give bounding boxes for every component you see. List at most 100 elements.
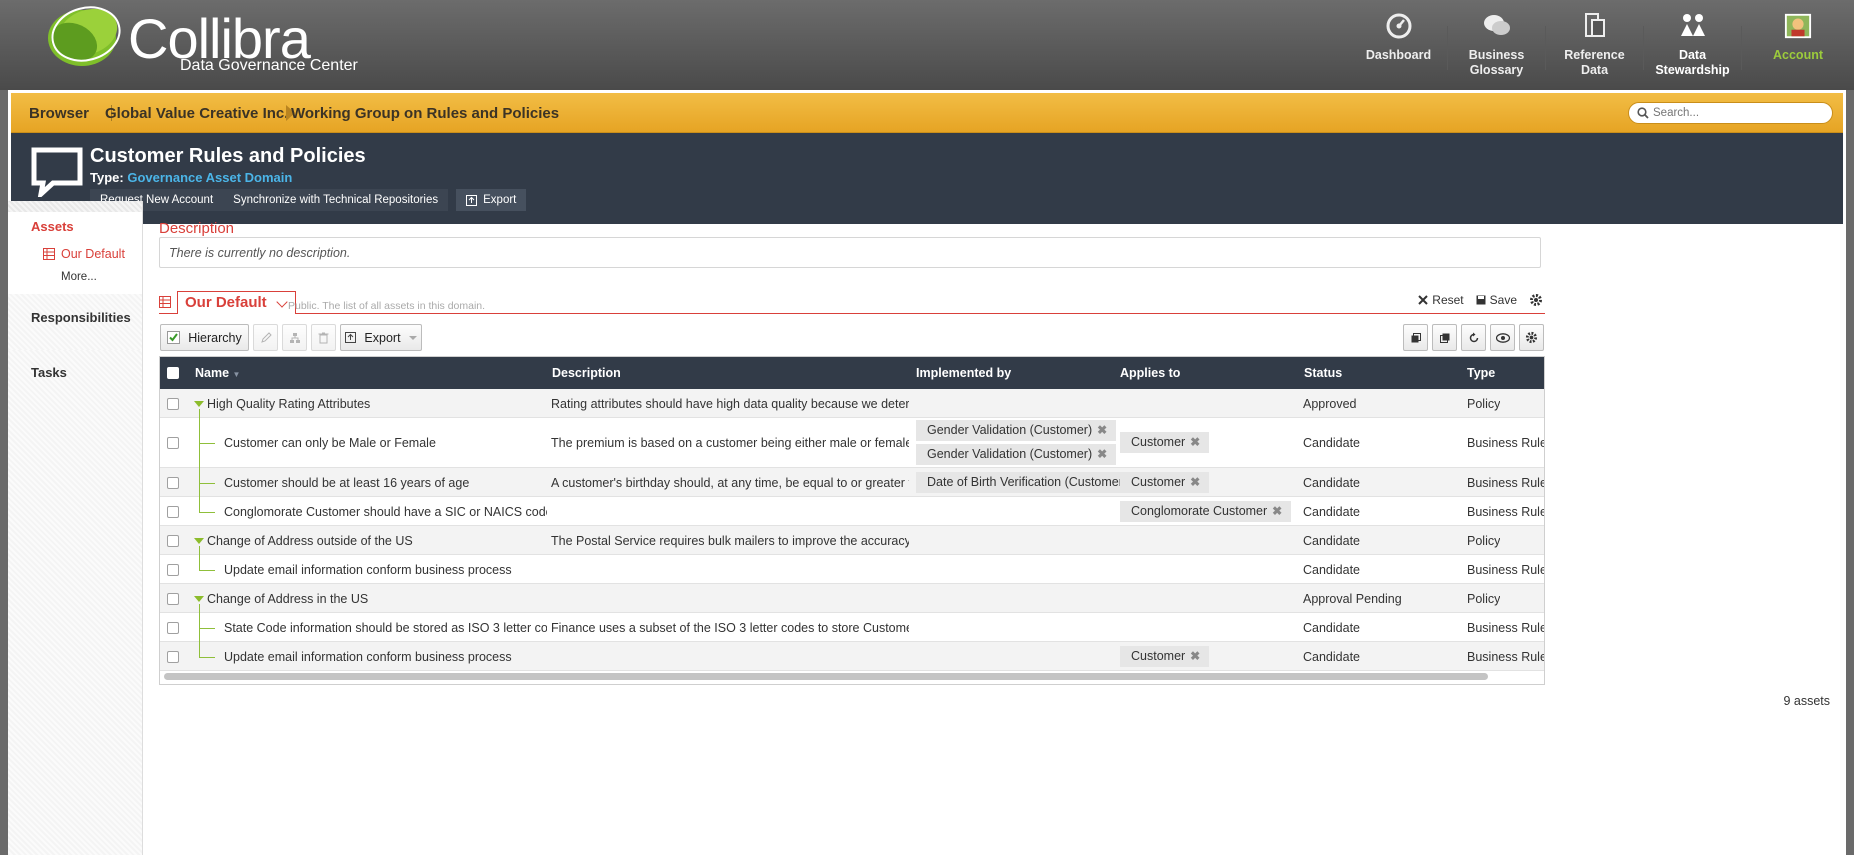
applies-to-tag[interactable]: Customer ✖ xyxy=(1120,472,1210,493)
save-button[interactable]: Save xyxy=(1476,293,1517,307)
collibra-logo[interactable]: Collibra Data Governance Center xyxy=(40,2,440,82)
row-name[interactable]: Update email information conform busines… xyxy=(224,563,547,577)
show-columns-button[interactable] xyxy=(1490,324,1515,351)
column-header-status[interactable]: Status xyxy=(1304,366,1342,380)
row-checkbox[interactable] xyxy=(167,506,179,518)
implemented-by-tag[interactable]: Gender Validation (Customer) ✖ xyxy=(916,444,1117,465)
table-row[interactable]: Update email information conform busines… xyxy=(160,642,1545,671)
hierarchy-icon xyxy=(289,332,300,343)
applies-to-tag[interactable]: Customer ✖ xyxy=(1120,432,1210,453)
row-status: Approval Pending xyxy=(1303,592,1402,606)
column-header-description[interactable]: Description xyxy=(552,366,621,380)
implemented-by-tag[interactable]: Gender Validation (Customer) ✖ xyxy=(916,420,1117,441)
description-label: Description xyxy=(159,220,235,237)
breadcrumb-group[interactable]: Working Group on Rules and Policies xyxy=(291,105,559,122)
expand-caret-icon[interactable] xyxy=(194,401,204,407)
description-box[interactable]: There is currently no description. xyxy=(159,237,1541,268)
search-box[interactable] xyxy=(1628,102,1833,124)
table-row[interactable]: State Code information should be stored … xyxy=(160,613,1544,642)
row-checkbox[interactable] xyxy=(167,437,179,449)
row-name[interactable]: Customer can only be Male or Female xyxy=(224,436,547,450)
row-checkbox[interactable] xyxy=(167,398,179,410)
view-settings-button[interactable] xyxy=(1529,293,1543,307)
column-header-type[interactable]: Type xyxy=(1467,366,1495,380)
implemented-by-tag[interactable]: Date of Birth Verification (Customer)✖ xyxy=(916,472,1152,493)
table-row[interactable]: Conglomorate Customer should have a SIC … xyxy=(160,497,1544,526)
remove-icon[interactable]: ✖ xyxy=(1190,472,1200,493)
collapse-all-button[interactable] xyxy=(1403,324,1428,351)
remove-icon[interactable]: ✖ xyxy=(1097,420,1107,441)
sidebar-tasks-title[interactable]: Tasks xyxy=(31,365,67,380)
table-row[interactable]: High Quality Rating Attributes Rating att… xyxy=(160,389,1544,418)
expand-caret-icon[interactable] xyxy=(194,596,204,602)
remove-icon[interactable]: ✖ xyxy=(1190,432,1200,453)
row-type: Business Rule xyxy=(1467,650,1545,664)
remove-icon[interactable]: ✖ xyxy=(1272,501,1282,522)
nav-data-stewardship[interactable]: Data Stewardship xyxy=(1644,0,1741,90)
sidebar-assets-title[interactable]: Assets xyxy=(31,219,74,234)
applies-to-tag[interactable]: Conglomorate Customer ✖ xyxy=(1120,501,1292,522)
implemented-by-tag-label: Date of Birth Verification (Customer) xyxy=(927,475,1128,489)
column-header-applies-to[interactable]: Applies to xyxy=(1120,366,1180,380)
nav-reference-data[interactable]: Reference Data xyxy=(1546,0,1643,90)
asset-type-link[interactable]: Governance Asset Domain xyxy=(127,170,292,185)
row-checkbox[interactable] xyxy=(167,622,179,634)
remove-icon[interactable]: ✖ xyxy=(1190,646,1200,667)
nav-business-glossary[interactable]: Business Glossary xyxy=(1448,0,1545,90)
row-name[interactable]: Customer should be at least 16 years of … xyxy=(224,476,547,490)
nav-account[interactable]: Account xyxy=(1742,0,1854,90)
row-name[interactable]: High Quality Rating Attributes xyxy=(207,397,547,411)
synchronize-button[interactable]: Synchronize with Technical Repositories xyxy=(223,189,449,211)
trash-icon xyxy=(318,332,329,343)
nav-dashboard[interactable]: Dashboard xyxy=(1350,0,1447,90)
row-type: Policy xyxy=(1467,592,1501,606)
move-button[interactable] xyxy=(282,324,307,351)
tree-connector xyxy=(199,443,215,444)
asset-header: Customer Rules and Policies Type: Govern… xyxy=(11,133,1843,224)
sidebar-responsibilities-title[interactable]: Responsibilities xyxy=(31,310,131,325)
export-button[interactable]: Export xyxy=(456,189,527,211)
row-checkbox[interactable] xyxy=(167,564,179,576)
row-name[interactable]: Change of Address in the US xyxy=(207,592,547,606)
horizontal-scrollbar[interactable] xyxy=(164,673,1488,680)
row-checkbox[interactable] xyxy=(167,651,179,663)
refresh-button[interactable] xyxy=(1461,324,1486,351)
column-header-name[interactable]: Name ▼ xyxy=(195,366,240,380)
table-view-icon xyxy=(159,296,171,308)
grid-export-button[interactable]: Export xyxy=(340,324,422,351)
asset-type: Type: Governance Asset Domain xyxy=(90,170,292,185)
search-input[interactable] xyxy=(1653,105,1823,121)
table-row[interactable]: Customer can only be Male or Female The p… xyxy=(160,418,1544,468)
table-row[interactable]: Change of Address outside of the US The P… xyxy=(160,526,1544,555)
tree-connector xyxy=(199,628,215,629)
hierarchy-toggle[interactable]: Hierarchy xyxy=(160,324,249,351)
view-actions: Reset Save xyxy=(1418,293,1543,307)
applies-to-tag[interactable]: Customer ✖ xyxy=(1120,646,1210,667)
row-checkbox[interactable] xyxy=(167,477,179,489)
reset-button[interactable]: Reset xyxy=(1418,293,1464,307)
table-row[interactable]: Update email information conform busines… xyxy=(160,555,1544,584)
row-name[interactable]: Conglomorate Customer should have a SIC … xyxy=(224,505,547,519)
row-checkbox[interactable] xyxy=(167,535,179,547)
row-name[interactable]: Update email information conform busines… xyxy=(224,650,547,664)
row-name[interactable]: State Code information should be stored … xyxy=(224,621,547,635)
expand-all-button[interactable] xyxy=(1432,324,1457,351)
select-all-checkbox[interactable] xyxy=(167,367,179,379)
view-selector[interactable]: Our Default xyxy=(177,291,296,314)
chat-icon xyxy=(1483,12,1511,40)
delete-button[interactable] xyxy=(311,324,336,351)
edit-button[interactable] xyxy=(253,324,278,351)
grid-settings-button[interactable] xyxy=(1519,324,1544,351)
row-name[interactable]: Change of Address outside of the US xyxy=(207,534,547,548)
breadcrumb-community[interactable]: Global Value Creative Inc. xyxy=(105,105,288,122)
sidebar-more-link[interactable]: More... xyxy=(61,271,97,283)
column-header-implemented-by[interactable]: Implemented by xyxy=(916,366,1011,380)
remove-icon[interactable]: ✖ xyxy=(1097,444,1107,465)
table-row[interactable]: Change of Address in the US Approval Pend… xyxy=(160,584,1544,613)
breadcrumb-browser[interactable]: Browser xyxy=(29,105,89,122)
sidebar-item-our-default[interactable]: Our Default xyxy=(43,247,125,261)
expand-caret-icon[interactable] xyxy=(194,538,204,544)
nav-account-label: Account xyxy=(1773,48,1823,62)
row-checkbox[interactable] xyxy=(167,593,179,605)
table-row[interactable]: Customer should be at least 16 years of … xyxy=(160,468,1544,497)
